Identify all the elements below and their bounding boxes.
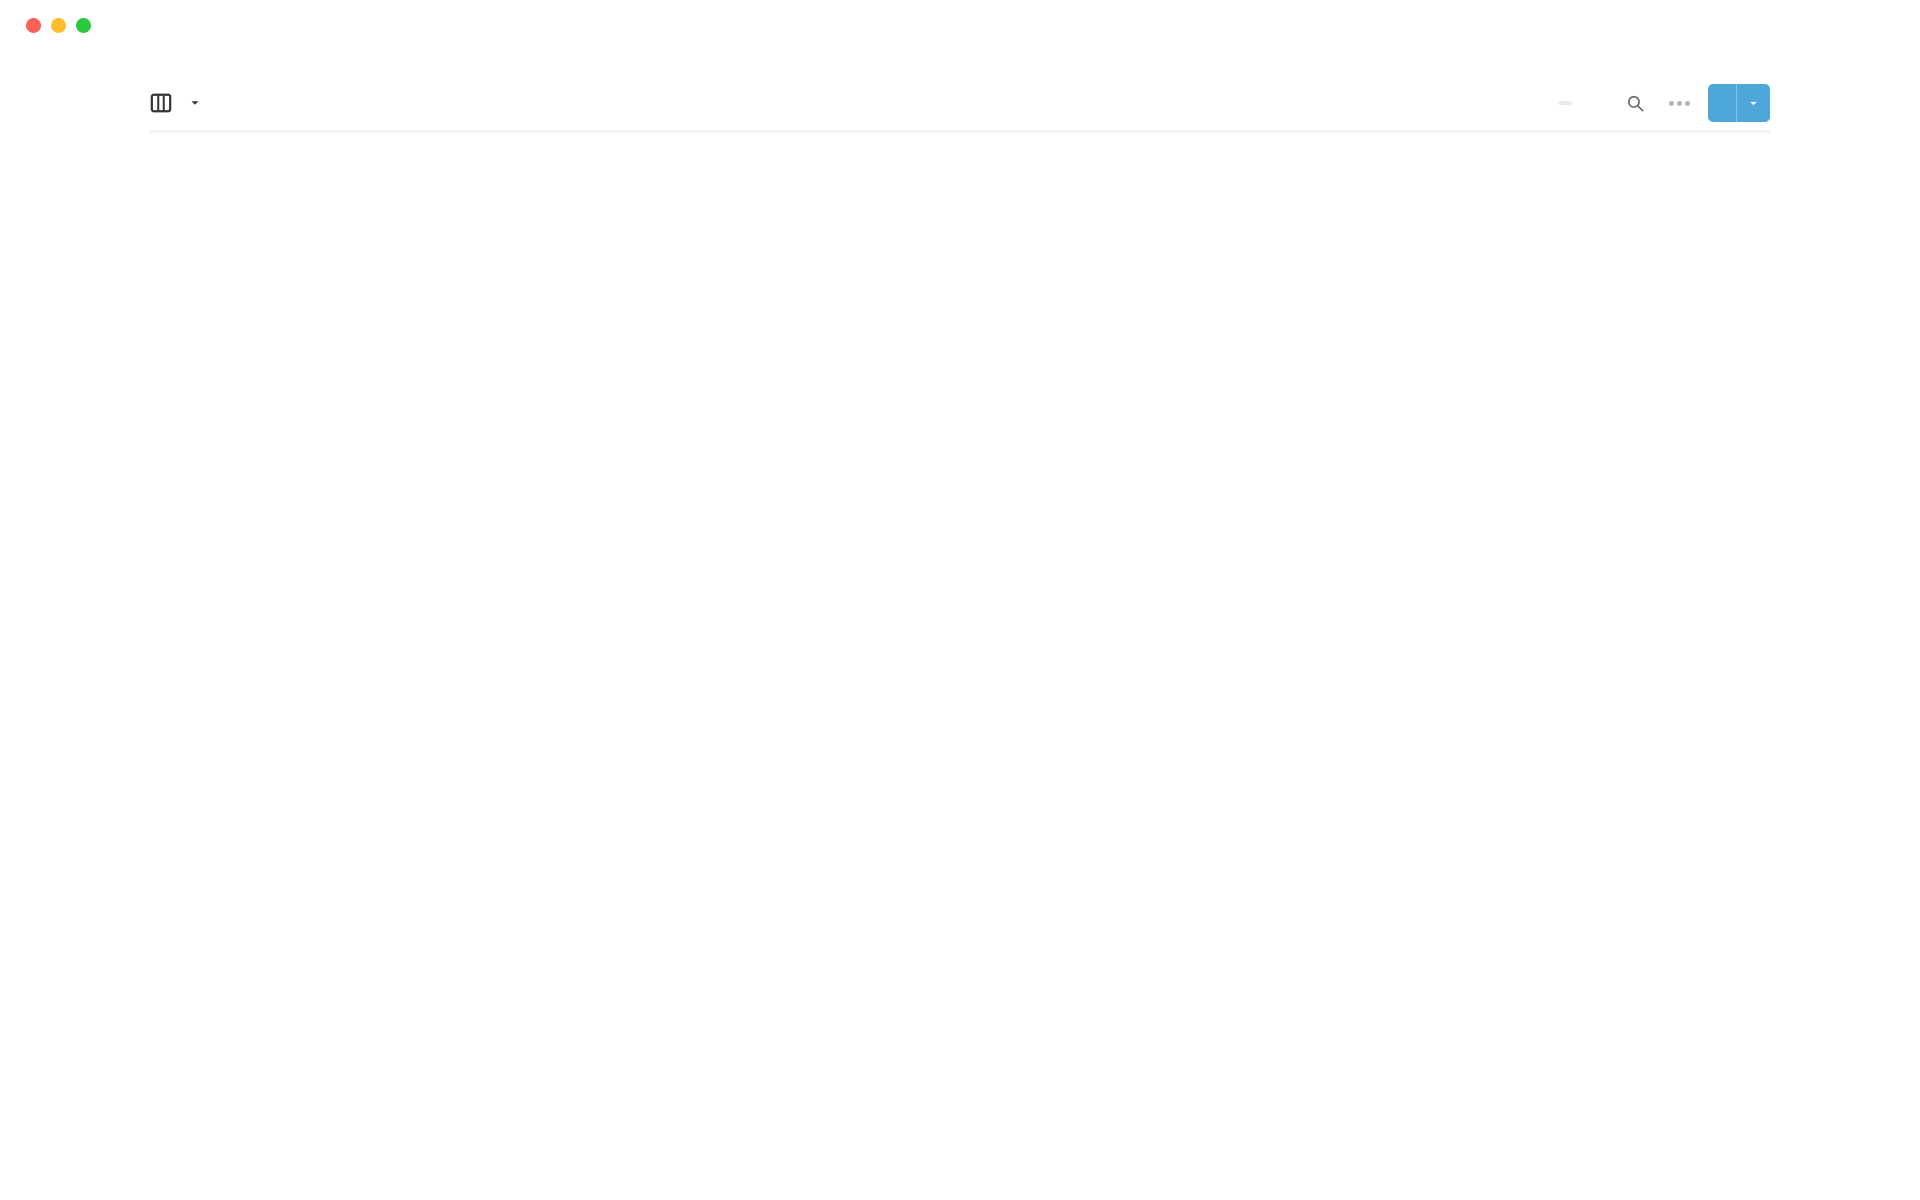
board-icon (150, 92, 172, 114)
divider (150, 131, 1770, 132)
toolbar-more[interactable] (1669, 101, 1690, 106)
dots-icon (1669, 101, 1690, 106)
window-close-icon[interactable] (26, 18, 41, 33)
chevron-down-icon (1747, 97, 1760, 110)
search-icon (1626, 94, 1645, 113)
toolbar (150, 87, 1770, 131)
toolbar-search[interactable] (1626, 94, 1651, 113)
window-minimize-icon[interactable] (51, 18, 66, 33)
window-maximize-icon[interactable] (76, 18, 91, 33)
chevron-down-icon (188, 96, 202, 110)
new-badge (1558, 101, 1572, 105)
window-controls (0, 0, 1920, 33)
view-switcher[interactable] (150, 92, 202, 114)
new-button-label (1708, 84, 1736, 122)
toolbar-subgroup[interactable] (1552, 101, 1572, 105)
new-button-dropdown[interactable] (1736, 84, 1770, 122)
new-button[interactable] (1708, 84, 1770, 122)
